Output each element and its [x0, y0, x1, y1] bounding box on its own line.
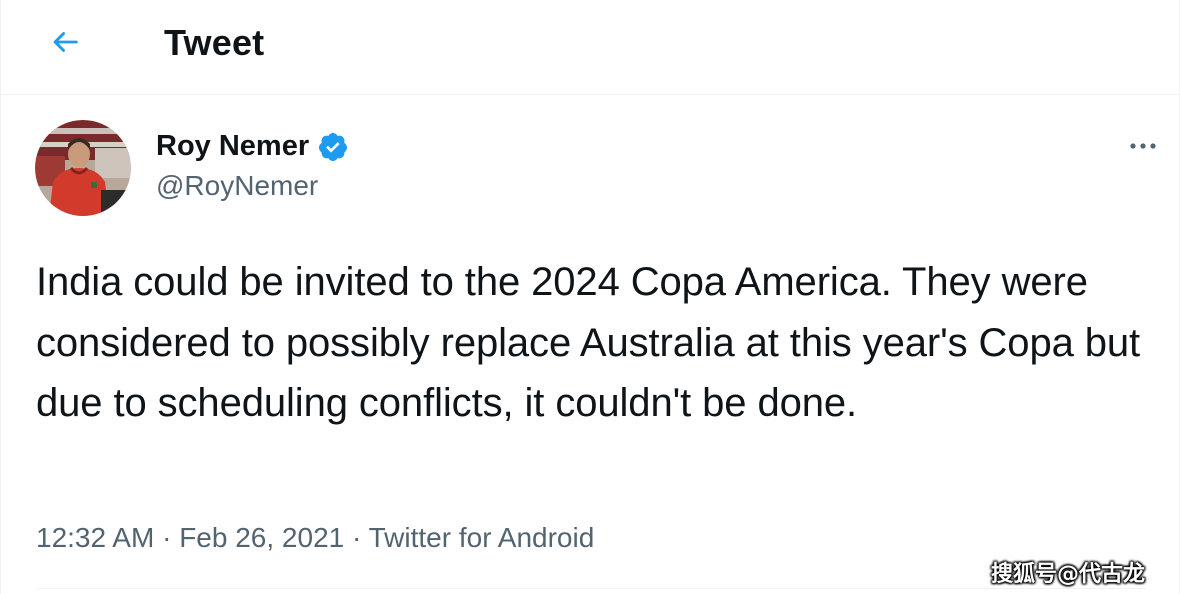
tweet-page: Tweet Roy Nemer @RoyNemer India could be… [0, 0, 1180, 594]
back-arrow-icon [53, 32, 78, 52]
watermark: 搜狐号@代古龙 [991, 562, 1146, 587]
tweet-time[interactable]: 12:32 AM [36, 522, 154, 553]
tweet-date[interactable]: Feb 26, 2021 [179, 522, 344, 553]
back-button[interactable] [37, 16, 93, 68]
page-header: Tweet [1, 0, 1179, 95]
page-title: Tweet [164, 22, 265, 63]
verified-badge-icon [317, 131, 349, 163]
meta-separator: · [162, 522, 172, 553]
divider [36, 588, 1146, 589]
more-options-icon [1130, 143, 1156, 149]
tweet-meta: 12:32 AM · Feb 26, 2021 · Twitter for An… [36, 522, 594, 554]
avatar[interactable] [35, 120, 131, 216]
author-name-row: Roy Nemer [156, 130, 349, 163]
more-options-button[interactable] [1123, 128, 1163, 164]
tweet-source[interactable]: Twitter for Android [369, 522, 595, 553]
author-handle[interactable]: @RoyNemer [156, 170, 318, 202]
author-display-name[interactable]: Roy Nemer [156, 130, 309, 163]
tweet-text: India could be invited to the 2024 Copa … [36, 260, 1141, 425]
user-avatar-image [35, 120, 131, 216]
meta-separator: · [352, 522, 362, 553]
